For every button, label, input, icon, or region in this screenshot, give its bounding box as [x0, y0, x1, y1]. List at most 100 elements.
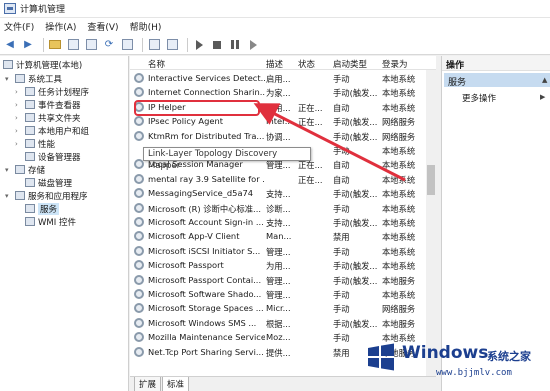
expand-arrow-icon[interactable]: › [15, 127, 23, 135]
expand-arrow-icon[interactable]: › [15, 88, 23, 96]
service-row[interactable]: Microsoft App-V Client Man... 禁用 本地系统 [130, 229, 426, 243]
performance-icon [25, 139, 35, 148]
service-description: 根据... [266, 318, 291, 329]
tree-item-device-manager[interactable]: 设备管理器 [25, 150, 81, 163]
service-startup-type: 手动(触发... [333, 318, 378, 329]
tab-standard[interactable]: 标准 [162, 377, 190, 391]
service-name: Microsoft App-V Client [148, 231, 240, 242]
service-row[interactable]: Microsoft iSCSI Initiator S... 管理... 手动 本地系… [130, 244, 426, 258]
console-tree: 计算机管理(本地) ▾ 系统工具 › 任务计划程序 › 事件查看器 › 共享文件… [0, 56, 129, 391]
service-description: 支持... [266, 218, 291, 228]
expand-arrow-icon[interactable]: ▾ [5, 192, 13, 200]
submenu-arrow-icon[interactable]: ▶ [540, 93, 545, 101]
column-startup-type[interactable]: 启动类型 [333, 58, 367, 70]
console-icon[interactable] [165, 38, 179, 52]
watermark-url: www.bjjmlv.com [436, 368, 512, 378]
properties-icon[interactable] [84, 38, 98, 52]
column-status[interactable]: 状态 [298, 58, 315, 70]
gear-icon [134, 202, 144, 213]
actions-section-services[interactable]: 服务 ▲ [444, 73, 550, 88]
tree-item-task-scheduler[interactable]: › 任务计划程序 [15, 85, 89, 98]
event-viewer-icon [25, 100, 35, 109]
column-name[interactable]: 名称 [148, 58, 165, 70]
tree-item-services-apps[interactable]: ▾ 服务和应用程序 [5, 189, 88, 202]
tree-item-system-tools[interactable]: ▾ 系统工具 [5, 72, 62, 85]
service-log-on-as: 本地系统 [382, 218, 416, 228]
service-description: 启用... [266, 74, 291, 84]
tab-extended[interactable]: 扩展 [134, 377, 162, 391]
tree-item-services[interactable]: 服务 [25, 202, 60, 215]
export-list-icon[interactable] [120, 38, 134, 52]
stop-service-icon[interactable] [210, 38, 224, 52]
gear-icon [134, 73, 144, 83]
more-actions-link[interactable]: 更多操作 [462, 92, 496, 104]
service-row[interactable]: Microsoft Passport Contai... 管理... 手动(触发..… [130, 273, 426, 287]
expand-arrow-icon[interactable]: › [15, 140, 23, 148]
show-tree-icon[interactable] [66, 38, 80, 52]
annotation-arrow [253, 103, 406, 182]
gear-icon [134, 346, 144, 357]
back-arrow-icon[interactable]: ◀ [3, 38, 17, 52]
scrollbar-thumb[interactable] [427, 165, 435, 195]
wmi-icon [25, 217, 35, 226]
service-startup-type: 手动 [333, 290, 350, 300]
gear-icon [134, 274, 144, 285]
gear-icon [134, 289, 144, 299]
start-service-icon[interactable] [192, 38, 206, 52]
service-row[interactable]: Internet Connection Sharin... 为家... 手动(触发.… [130, 85, 426, 99]
windows-logo-icon [368, 343, 394, 371]
tree-item-shared-folders[interactable]: › 共享文件夹 [15, 111, 81, 124]
service-description: 诊断... [266, 203, 291, 214]
expand-arrow-icon[interactable]: ▾ [5, 166, 13, 174]
forward-arrow-icon[interactable]: ▶ [21, 38, 35, 52]
expand-arrow-icon[interactable]: ▾ [5, 75, 13, 83]
menu-action[interactable]: 操作(A) [45, 20, 76, 33]
gear-icon [134, 245, 144, 256]
actions-header: 操作 [442, 56, 550, 71]
services-apps-icon [15, 191, 25, 200]
tree-item-disk-management[interactable]: 磁盘管理 [25, 176, 72, 189]
service-row[interactable]: Microsoft Passport 为用... 手动(触发... 本地系统 [130, 258, 426, 272]
service-startup-type: 手动 [333, 74, 350, 84]
column-log-on-as[interactable]: 登录为 [382, 58, 408, 70]
restart-service-icon[interactable] [246, 38, 260, 52]
service-log-on-as: 本地服务 [382, 275, 416, 286]
service-log-on-as: 本地系统 [382, 203, 416, 214]
vertical-scrollbar[interactable] [426, 70, 436, 376]
service-log-on-as: 本地系统 [382, 88, 416, 99]
tree-item-local-users[interactable]: › 本地用户和组 [15, 124, 89, 137]
toolbar-divider [187, 37, 188, 52]
tree-item-event-viewer[interactable]: › 事件查看器 [15, 98, 81, 111]
pause-service-icon[interactable] [228, 38, 242, 52]
service-name: Microsoft Windows SMS ... [148, 317, 257, 328]
service-description: Man... [266, 231, 292, 242]
service-name: Microsoft Account Sign-in ... [148, 217, 264, 227]
tree-item-storage[interactable]: ▾ 存储 [5, 163, 45, 176]
menu-view[interactable]: 查看(V) [87, 20, 118, 33]
column-description[interactable]: 描述 [266, 58, 283, 70]
expand-arrow-icon[interactable]: › [15, 101, 23, 109]
service-row[interactable]: Microsoft Windows SMS ... 根据... 手动(触发... 本地… [130, 316, 426, 330]
service-startup-type: 禁用 [333, 232, 350, 243]
service-row[interactable]: Microsoft Storage Spaces ... Micr... 手动 网络服… [130, 301, 426, 315]
service-name: Microsoft Software Shado... [148, 289, 262, 299]
expand-arrow-icon[interactable]: › [15, 114, 23, 122]
service-log-on-as: 本地服务 [382, 318, 416, 329]
refresh-icon[interactable]: ⟳ [102, 38, 116, 52]
tree-item-performance[interactable]: › 性能 [15, 137, 55, 150]
service-description: Micr... [266, 303, 291, 314]
collapse-arrow-icon[interactable]: ▲ [542, 76, 547, 84]
service-row[interactable]: Microsoft Account Sign-in ... 支持... 手动(触发.… [130, 215, 426, 229]
help-icon[interactable] [147, 38, 161, 52]
gear-icon [25, 204, 35, 213]
service-row[interactable]: Microsoft Software Shado... 管理... 手动 本地系统 [130, 287, 426, 301]
menu-file[interactable]: 文件(F) [4, 20, 34, 33]
tree-item-computer-management[interactable]: 计算机管理(本地) [3, 58, 82, 71]
up-folder-icon[interactable] [48, 38, 62, 52]
shared-folder-icon [25, 113, 35, 122]
tree-item-wmi[interactable]: WMI 控件 [25, 215, 76, 228]
service-row[interactable]: Microsoft (R) 诊断中心标准... 诊断... 手动 本地系统 [130, 201, 426, 215]
menu-help[interactable]: 帮助(H) [130, 20, 162, 33]
service-startup-type: 手动 [333, 304, 350, 315]
service-row[interactable]: Interactive Services Detect... 启用... 手动 本地系… [130, 71, 426, 85]
